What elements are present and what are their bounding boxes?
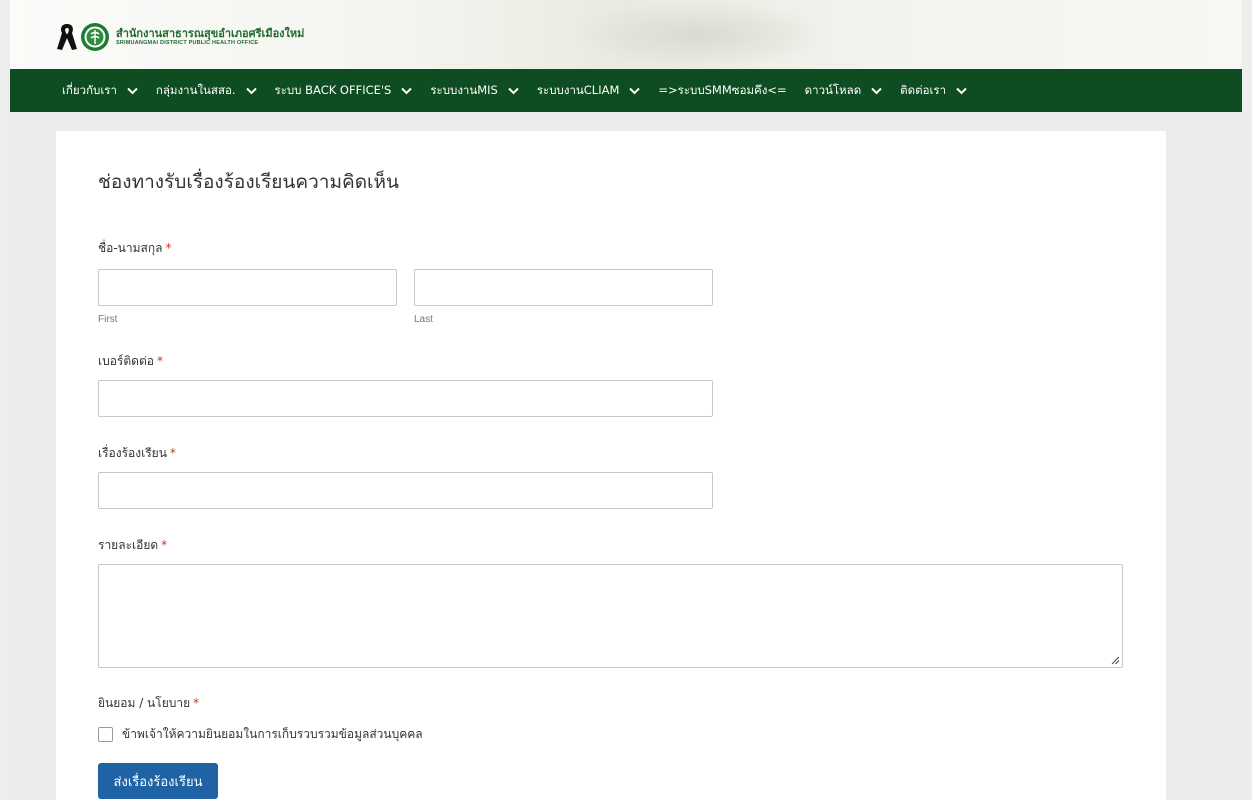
site-header: สำนักงานสาธารณสุขอำเภอศรีเมืองใหม่ SRIMU… [10, 0, 1242, 69]
consent-label: ยินยอม / นโยบาย * [98, 696, 200, 710]
nav-item-download[interactable]: ดาวน์โหลด [805, 82, 883, 100]
last-name-input[interactable] [414, 269, 713, 306]
chevron-down-icon [245, 87, 257, 94]
org-name-en: SRIMUANGMAI DISTRICT PUBLIC HEALTH OFFIC… [116, 39, 259, 46]
consent-checkbox[interactable] [98, 727, 113, 742]
nav-item-about[interactable]: เกี่ยวกับเรา [62, 82, 138, 100]
subject-input[interactable] [98, 472, 713, 509]
phone-label: เบอร์ติดต่อ * [98, 354, 163, 368]
nav-item-contact[interactable]: ติดต่อเรา [900, 82, 967, 100]
phone-input[interactable] [98, 380, 713, 417]
required-mark: * [156, 354, 163, 368]
last-name-sublabel: Last [414, 314, 433, 325]
details-label: รายละเอียด * [98, 538, 168, 552]
subject-label: เรื่องร้องเรียน * [98, 446, 176, 460]
chevron-down-icon [508, 87, 519, 94]
nav-item-groups[interactable]: กลุ่มงานในสสอ. [156, 82, 257, 100]
resize-grip-icon[interactable] [1110, 655, 1120, 665]
first-name-input[interactable] [98, 269, 397, 306]
page-frame: สำนักงานสาธารณสุขอำเภอศรีเมืองใหม่ SRIMU… [10, 0, 1242, 800]
required-mark: * [165, 241, 172, 255]
mourning-ribbon-icon [57, 24, 77, 50]
form-title: ช่องทางรับเรื่องร้องเรียนความคิดเห็น [98, 171, 400, 193]
health-ministry-emblem-icon [81, 23, 109, 51]
nav-item-mis[interactable]: ระบบงานMIS [430, 82, 519, 100]
submit-complaint-button[interactable]: ส่งเรื่องร้องเรียน [98, 763, 218, 799]
chevron-down-icon [871, 87, 882, 94]
chevron-down-icon [629, 87, 641, 94]
required-mark: * [193, 696, 200, 710]
name-label: ชื่อ-นามสกุล * [98, 241, 172, 255]
main-navbar: เกี่ยวกับเรา กลุ่มงานในสสอ. ระบบ BACK OF… [10, 69, 1242, 112]
required-mark: * [161, 538, 168, 552]
chevron-down-icon [401, 87, 413, 94]
org-name-th: สำนักงานสาธารณสุขอำเภอศรีเมืองใหม่ [116, 26, 305, 40]
chevron-down-icon [127, 87, 138, 94]
chevron-down-icon [956, 87, 967, 94]
consent-checkbox-label[interactable]: ข้าพเจ้าให้ความยินยอมในการเก็บรวบรวมข้อม… [122, 725, 423, 744]
consent-row: ข้าพเจ้าให้ความยินยอมในการเก็บรวบรวมข้อม… [98, 725, 423, 744]
complaint-form-card: ช่องทางรับเรื่องร้องเรียนความคิดเห็น ชื่… [56, 131, 1166, 800]
site-logo[interactable]: สำนักงานสาธารณสุขอำเภอศรีเมืองใหม่ SRIMU… [56, 22, 304, 52]
first-name-sublabel: First [98, 314, 118, 325]
details-textarea[interactable] [98, 564, 1123, 668]
nav-item-back-office[interactable]: ระบบ BACK OFFICE'S [275, 82, 413, 100]
nav-item-smm[interactable]: =>ระบบSMMซอมคึง<= [658, 82, 786, 100]
required-mark: * [169, 446, 176, 460]
nav-item-claim[interactable]: ระบบงานCLIAM [537, 82, 641, 100]
